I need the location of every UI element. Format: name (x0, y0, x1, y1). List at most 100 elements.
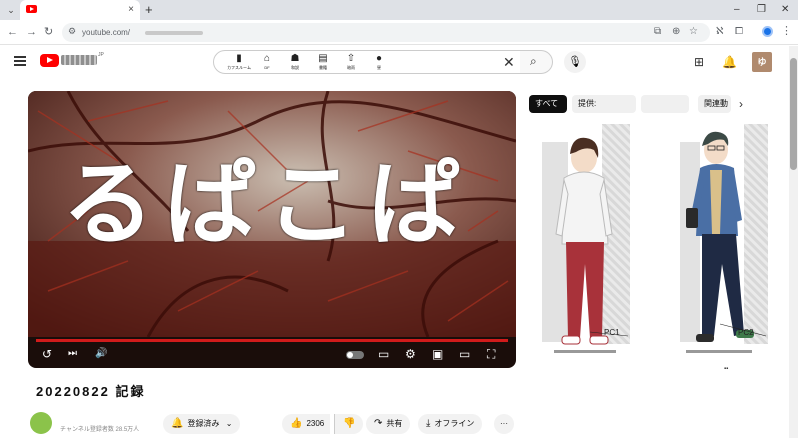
circle-icon: ● (375, 53, 383, 64)
browser-tab-strip: ⌄ × + – ❐ ✕ (0, 0, 798, 20)
card-pagination-dots: ▪▪ (724, 366, 729, 372)
window-restore-button[interactable]: ❐ (757, 3, 766, 17)
download-icon: ⤓ (426, 418, 431, 429)
window-close-button[interactable]: ✕ (781, 3, 789, 17)
like-button[interactable]: 👍 2306 (282, 414, 331, 434)
search-emoji-label: カフスルーム (227, 65, 251, 70)
reload-button[interactable]: ↻ (44, 25, 53, 39)
like-count: 2306 (306, 419, 325, 428)
translate-extension-icon[interactable]: ℵ (716, 25, 723, 39)
offline-download-button[interactable]: ⤓ オフライン (418, 414, 483, 434)
search-button[interactable]: ⌕ (520, 50, 553, 74)
thumbs-up-icon: 👍 (290, 418, 303, 429)
chevron-down-icon: ⌄ (225, 419, 233, 428)
search-query-emoji-row: ▮ カフスルーム ⌂ DF ☗ 和説 ▤ 書籍 ⇧ 暗雨 ● 昼 (227, 53, 396, 73)
logo-country-code: JP (98, 52, 104, 58)
browser-menu-icon[interactable]: ⋮ (781, 24, 792, 37)
autoplay-toggle[interactable] (346, 351, 364, 359)
arrow-icon: ⇧ (346, 53, 356, 64)
search-emoji-token: ☗ 和説 (284, 53, 306, 73)
search-emoji-label: 暗雨 (347, 65, 355, 70)
subscribed-button[interactable]: 🔔 登録済み ⌄ (163, 414, 241, 434)
replay-icon[interactable]: ↺ (42, 347, 52, 361)
share-button[interactable]: ↷ 共有 (366, 414, 411, 434)
video-title: 20220822 記録 (36, 384, 146, 399)
address-url-redacted (145, 31, 203, 35)
youtube-wordmark[interactable] (61, 55, 97, 65)
search-icon: ⌕ (530, 54, 537, 68)
more-icon: ··· (500, 419, 508, 428)
search-emoji-token: ⌂ DF (256, 53, 278, 73)
search-clear-icon[interactable]: ✕ (503, 54, 515, 70)
share-icon: ↷ (374, 418, 383, 429)
share-label: 共有 (386, 419, 403, 428)
door-icon: ▮ (236, 53, 242, 64)
browser-toolbar: ← → ↻ ⚙ youtube.com/ ⧉ ⊕ ☆ ℵ ⧠ ⋮ (0, 20, 798, 45)
chip-provided-by[interactable]: 提供: (572, 95, 636, 113)
youtube-favicon-icon (26, 5, 37, 13)
chip-topic[interactable] (641, 95, 689, 113)
offline-label: オフライン (434, 419, 475, 428)
dislike-button[interactable]: 👎 (334, 414, 364, 434)
search-emoji-token: ▤ 書籍 (312, 53, 334, 73)
zoom-icon[interactable]: ⊕ (672, 25, 680, 39)
forward-button[interactable]: → (26, 25, 37, 39)
profile-avatar[interactable] (762, 26, 773, 37)
figure-icon: ☗ (290, 53, 300, 64)
subtitles-icon[interactable]: ▭ (378, 347, 389, 361)
character-illustration-pc2 (680, 124, 768, 353)
settings-gear-icon[interactable]: ⚙ (405, 347, 416, 361)
account-avatar[interactable]: ゆ (752, 52, 772, 72)
search-emoji-token: ⇧ 暗雨 (340, 53, 362, 73)
thumbs-down-icon: 👎 (343, 418, 356, 429)
youtube-logo-icon[interactable] (40, 54, 59, 67)
search-emoji-label: DF (264, 65, 270, 70)
search-emoji-label: 昼 (377, 65, 381, 70)
voice-search-button[interactable]: 🎙 (564, 51, 586, 73)
miniplayer-icon[interactable]: ▣ (432, 347, 443, 361)
chip-next-chevron-icon[interactable]: › (739, 97, 743, 111)
tab-close-icon[interactable]: × (128, 3, 134, 17)
search-emoji-token: ▮ カフスルーム (227, 53, 251, 73)
character-card-pc1[interactable]: PC1 (542, 124, 630, 366)
character-card-pc2[interactable]: PC2 (680, 124, 768, 366)
notifications-bell-icon[interactable]: 🔔 (722, 55, 737, 69)
character-label-pc2: PC2 (738, 328, 754, 337)
browser-tab-youtube[interactable]: × (20, 0, 140, 20)
house-icon: ⌂ (263, 53, 271, 64)
search-emoji-token: ● 昼 (368, 53, 390, 73)
volume-icon[interactable]: 🔊 (95, 347, 107, 361)
channel-avatar[interactable] (30, 412, 52, 434)
player-controls: ↺ ⏭ 🔊 ▭ ⚙ ▣ ▭ ⛶ (28, 342, 516, 368)
video-overlay-text: るぱこぱ (62, 151, 471, 258)
guide-menu-icon[interactable] (14, 56, 26, 66)
page-scrollbar[interactable] (789, 46, 798, 438)
address-url[interactable]: youtube.com/ (82, 26, 130, 39)
bell-icon: 🔔 (171, 418, 184, 429)
site-info-icon[interactable]: ⚙ (68, 26, 76, 37)
scrollbar-thumb[interactable] (790, 58, 797, 170)
video-player[interactable]: るぱこぱ ↺ ⏭ 🔊 ▭ ⚙ ▣ ▭ ⛶ (28, 91, 516, 368)
next-icon[interactable]: ⏭ (68, 347, 77, 361)
search-emoji-label: 和説 (291, 65, 299, 70)
create-video-icon[interactable]: ⊞ (694, 55, 704, 69)
tab-search-menu-icon[interactable]: ⌄ (4, 3, 18, 17)
channel-subscriber-count: チャンネル登録者数 28.5万人 (60, 427, 140, 433)
search-input[interactable]: ▮ カフスルーム ⌂ DF ☗ 和説 ▤ 書籍 ⇧ 暗雨 ● 昼 ✕ (213, 50, 521, 74)
window-minimize-button[interactable]: – (734, 3, 740, 17)
new-tab-button[interactable]: + (145, 2, 153, 18)
chip-related[interactable]: 関連動 (698, 95, 731, 113)
fullscreen-icon[interactable]: ⛶ (487, 347, 495, 361)
chip-all[interactable]: すべて (529, 95, 567, 113)
subscribed-label: 登録済み (187, 419, 220, 428)
extensions-puzzle-icon[interactable]: ⧠ (735, 25, 743, 39)
book-icon: ▤ (318, 53, 328, 64)
back-button[interactable]: ← (7, 25, 18, 39)
youtube-masthead: JP ▮ カフスルーム ⌂ DF ☗ 和説 ▤ 書籍 ⇧ 暗雨 ● 昼 ✕ ⌕ 🎙 ⊞ 🔔 ゆ (0, 46, 798, 80)
more-actions-button[interactable]: ··· (494, 414, 514, 434)
search-emoji-label: 書籍 (319, 65, 327, 70)
install-app-icon[interactable]: ⧉ (654, 25, 661, 39)
address-bar[interactable]: ⚙ youtube.com/ ⧉ ⊕ ☆ (62, 23, 710, 42)
bookmark-star-icon[interactable]: ☆ (689, 25, 698, 39)
theater-mode-icon[interactable]: ▭ (459, 347, 470, 361)
